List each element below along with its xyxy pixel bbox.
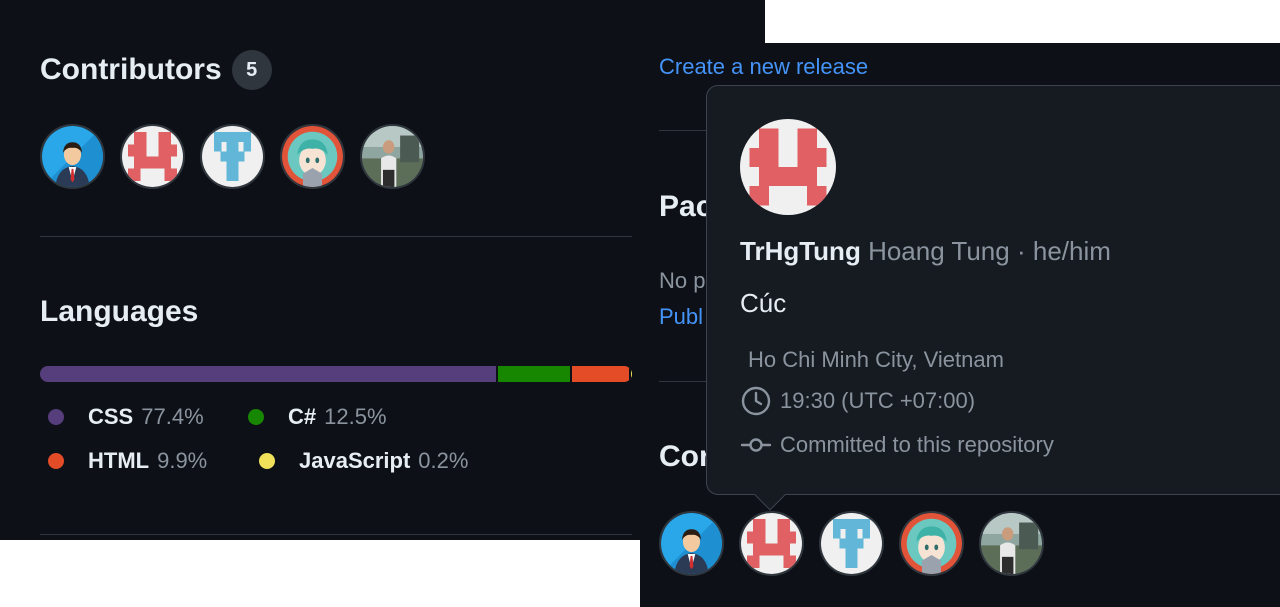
pixel-red-identicon-icon xyxy=(122,126,183,187)
language-bar-segment-html[interactable] xyxy=(572,366,631,382)
contributor-avatar-2[interactable] xyxy=(120,124,185,189)
pixel-blue-identicon-icon xyxy=(202,126,263,187)
contributors-title[interactable]: Contributors xyxy=(40,53,222,87)
hovercard-caret xyxy=(754,479,786,511)
contributor-avatar-3[interactable] xyxy=(200,124,265,189)
user-hovercard: TrHgTung Hoang Tung · he/him Cúc Ho Chi … xyxy=(706,85,1280,511)
hovercard-bio: Cúc xyxy=(740,288,787,318)
contributors-count-badge: 5 xyxy=(231,50,272,90)
packages-title: Pac xyxy=(659,190,713,223)
hovercard-location-text: Ho Chi Minh City, Vietnam xyxy=(748,347,1004,372)
hovercard-committed: Committed to this repository xyxy=(740,429,1054,461)
clock-icon xyxy=(740,385,772,417)
person-photo-avatar-icon xyxy=(981,513,1042,574)
language-color-dot xyxy=(48,453,64,469)
divider-contributors xyxy=(40,236,632,237)
anime-character-avatar-icon xyxy=(901,513,962,574)
languages-title: Languages xyxy=(40,295,199,328)
anime-character-avatar-icon xyxy=(282,126,343,187)
business-person-avatar-icon xyxy=(42,126,103,187)
language-bar xyxy=(40,366,632,382)
hovercard-fullname: Hoang Tung xyxy=(868,236,1010,266)
overlay-white-region-bottom xyxy=(0,540,640,607)
language-item-html[interactable]: HTML 9.9% xyxy=(48,448,207,474)
pixel-red-identicon-icon xyxy=(741,513,802,574)
language-name: HTML xyxy=(88,448,150,473)
git-commit-icon xyxy=(740,429,772,461)
hovercard-committed-text: Committed to this repository xyxy=(780,432,1054,457)
language-name: JavaScript xyxy=(299,448,411,473)
language-name: CSS xyxy=(88,404,134,429)
contributor-avatar-5[interactable] xyxy=(360,124,425,189)
hovercard-location: Ho Chi Minh City, Vietnam xyxy=(740,344,1004,376)
contributor-avatar-4[interactable] xyxy=(280,124,345,189)
divider-languages xyxy=(40,534,632,535)
language-percent: 0.2% xyxy=(418,448,469,473)
contributor-avatar-5[interactable] xyxy=(979,511,1044,576)
create-release-link[interactable]: Create a new release xyxy=(659,54,868,80)
language-percent: 77.4% xyxy=(141,404,204,429)
hovercard-separator: · xyxy=(1016,236,1026,266)
language-bar-segment-csharp[interactable] xyxy=(498,366,573,382)
language-name: C# xyxy=(288,404,317,429)
hovercard-time-text: 19:30 (UTC +07:00) xyxy=(780,388,976,413)
contributors-header: Contributors 5 xyxy=(40,50,272,90)
overlay-white-region-top xyxy=(765,0,1280,43)
packages-empty-text: No p xyxy=(659,268,706,293)
language-item-css[interactable]: CSS 77.4% xyxy=(48,404,204,430)
contributors-right-title: Cor xyxy=(659,440,711,473)
language-color-dot xyxy=(48,409,64,425)
language-item-javascript[interactable]: JavaScript 0.2% xyxy=(259,448,468,474)
contributors-avatar-list-right xyxy=(659,511,1044,576)
language-item-csharp[interactable]: C# 12.5% xyxy=(248,404,387,430)
hovercard-avatar[interactable] xyxy=(740,119,836,215)
language-bar-segment-javascript[interactable] xyxy=(630,366,632,382)
language-bar-segment-css[interactable] xyxy=(40,366,499,382)
contributor-avatar-2[interactable] xyxy=(739,511,804,576)
person-photo-avatar-icon xyxy=(362,126,423,187)
contributor-avatar-3[interactable] xyxy=(819,511,884,576)
language-color-dot xyxy=(248,409,264,425)
contributor-avatar-4[interactable] xyxy=(899,511,964,576)
business-person-avatar-icon xyxy=(661,513,722,574)
hovercard-pronouns: he/him xyxy=(1032,236,1111,266)
language-color-dot xyxy=(259,453,275,469)
hovercard-username-link[interactable]: TrHgTung xyxy=(740,236,861,266)
pixel-red-identicon-icon xyxy=(740,119,836,215)
pixel-blue-identicon-icon xyxy=(821,513,882,574)
hovercard-local-time: 19:30 (UTC +07:00) xyxy=(740,385,975,417)
contributor-avatar-1[interactable] xyxy=(659,511,724,576)
publish-package-link[interactable]: Publ xyxy=(659,304,703,330)
contributors-avatar-list xyxy=(40,124,425,189)
contributor-avatar-1[interactable] xyxy=(40,124,105,189)
language-percent: 9.9% xyxy=(157,448,208,473)
hovercard-name-row: TrHgTung Hoang Tung · he/him xyxy=(740,236,1111,267)
language-percent: 12.5% xyxy=(324,404,387,429)
